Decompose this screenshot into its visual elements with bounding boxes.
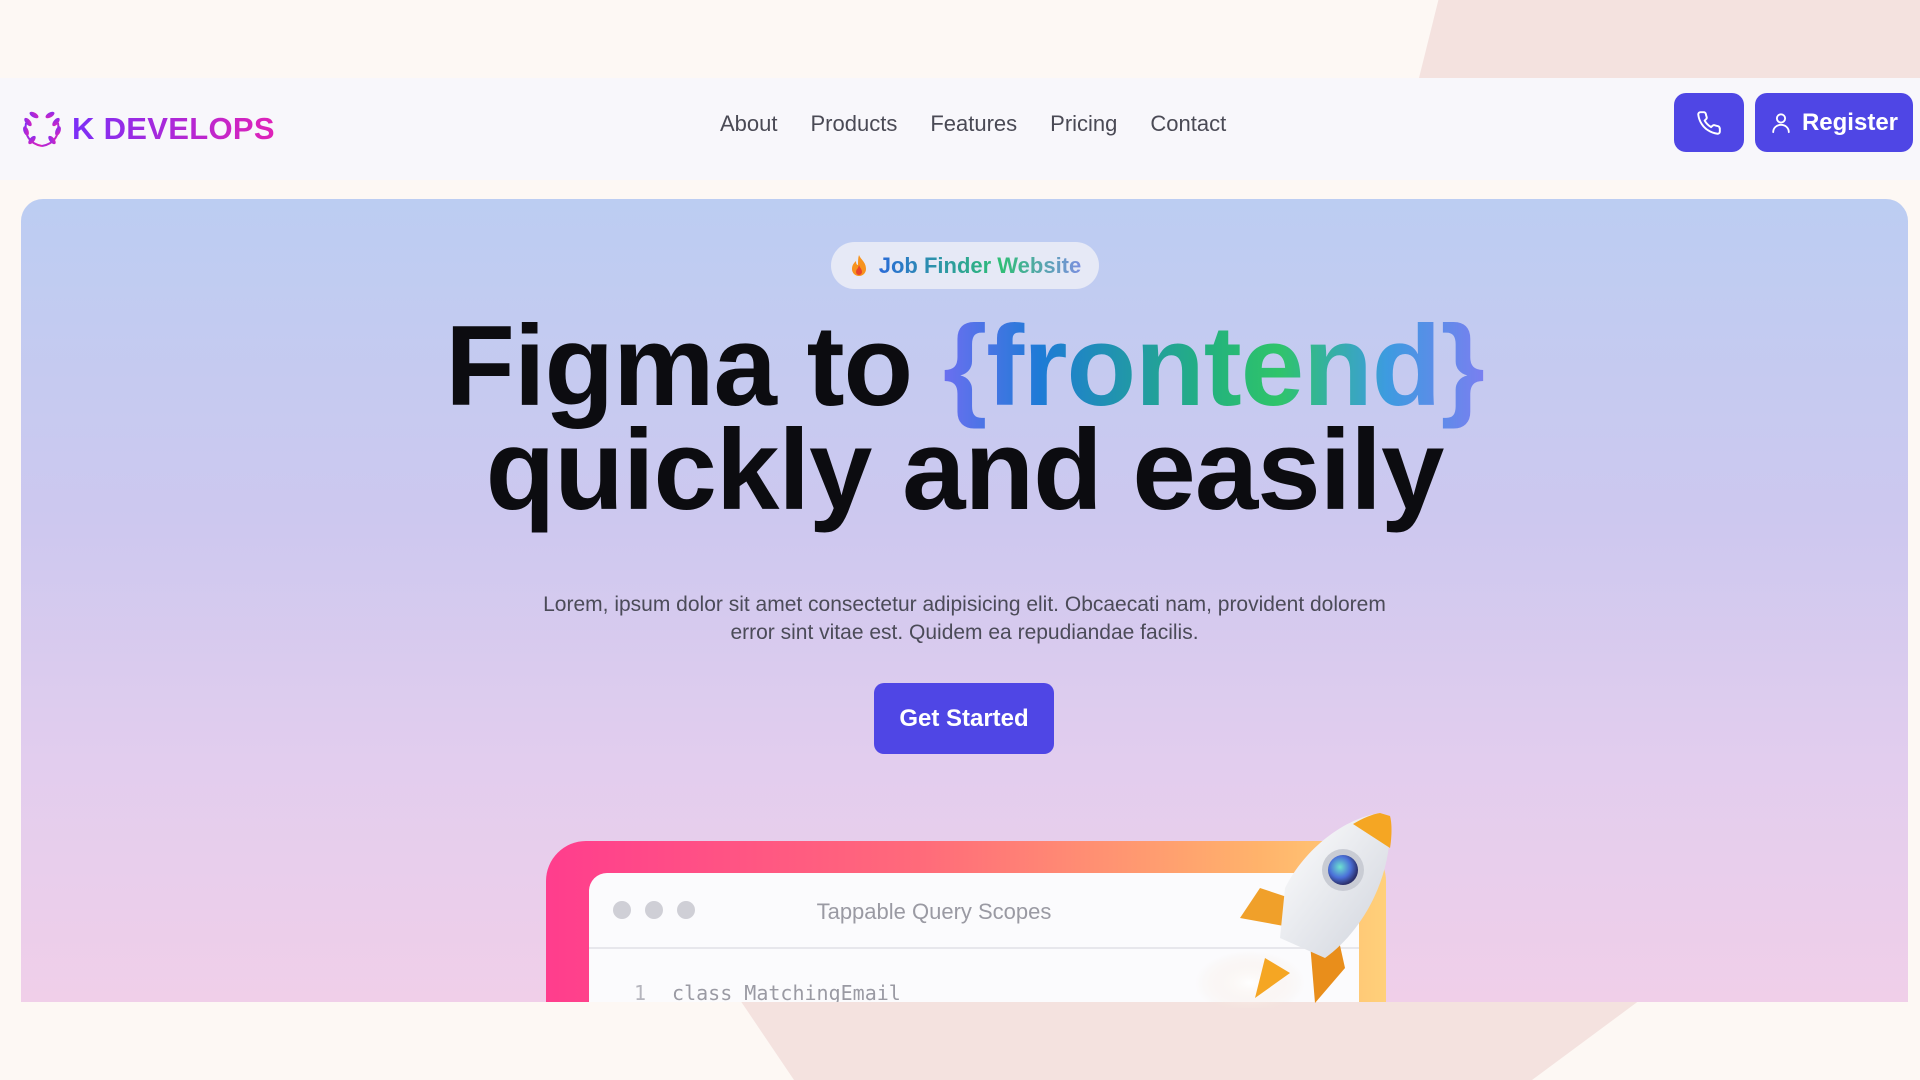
brand[interactable]: K DEVELOPS	[20, 102, 275, 156]
headline-line2: quickly and easily	[485, 407, 1445, 534]
badge-text: Job Finder Website	[878, 252, 1082, 278]
nav-link-pricing[interactable]: Pricing	[1050, 111, 1117, 137]
phone-icon	[1697, 110, 1721, 135]
nav-links: About Products Features Pricing Contact	[720, 111, 1226, 137]
register-button[interactable]: Register	[1755, 93, 1913, 152]
background-shape-bottom	[740, 1000, 1640, 1080]
user-icon	[1772, 112, 1790, 133]
rocket-icon	[1195, 813, 1392, 1008]
register-label: Register	[1801, 108, 1899, 136]
fire-icon	[851, 254, 866, 276]
hero-headline: Figma to {frontend} quickly and easily	[21, 310, 1908, 528]
hero-badge: Job Finder Website	[831, 242, 1099, 289]
background-shape-top-right	[1416, 0, 1920, 90]
get-started-button[interactable]: Get Started	[874, 683, 1054, 754]
nav-link-products[interactable]: Products	[811, 111, 898, 137]
brand-name: K DEVELOPS	[72, 111, 275, 146]
nav-link-features[interactable]: Features	[930, 111, 1017, 137]
phone-button[interactable]	[1674, 93, 1744, 152]
code-line-text: class MatchingEmail	[672, 981, 901, 1002]
navbar: K DEVELOPS About Products Features Prici…	[0, 78, 1920, 180]
hero-section: Job Finder Website Figma to {frontend} q…	[21, 199, 1908, 1002]
laurel-wreath-icon	[23, 111, 61, 147]
code-line-number: 1	[634, 981, 647, 1002]
hero-subtext: Lorem, ipsum dolor sit amet consectetur …	[543, 593, 1386, 644]
nav-link-about[interactable]: About	[720, 111, 778, 137]
code-line: 1 class MatchingEmail	[634, 981, 901, 1002]
nav-link-contact[interactable]: Contact	[1150, 111, 1226, 137]
